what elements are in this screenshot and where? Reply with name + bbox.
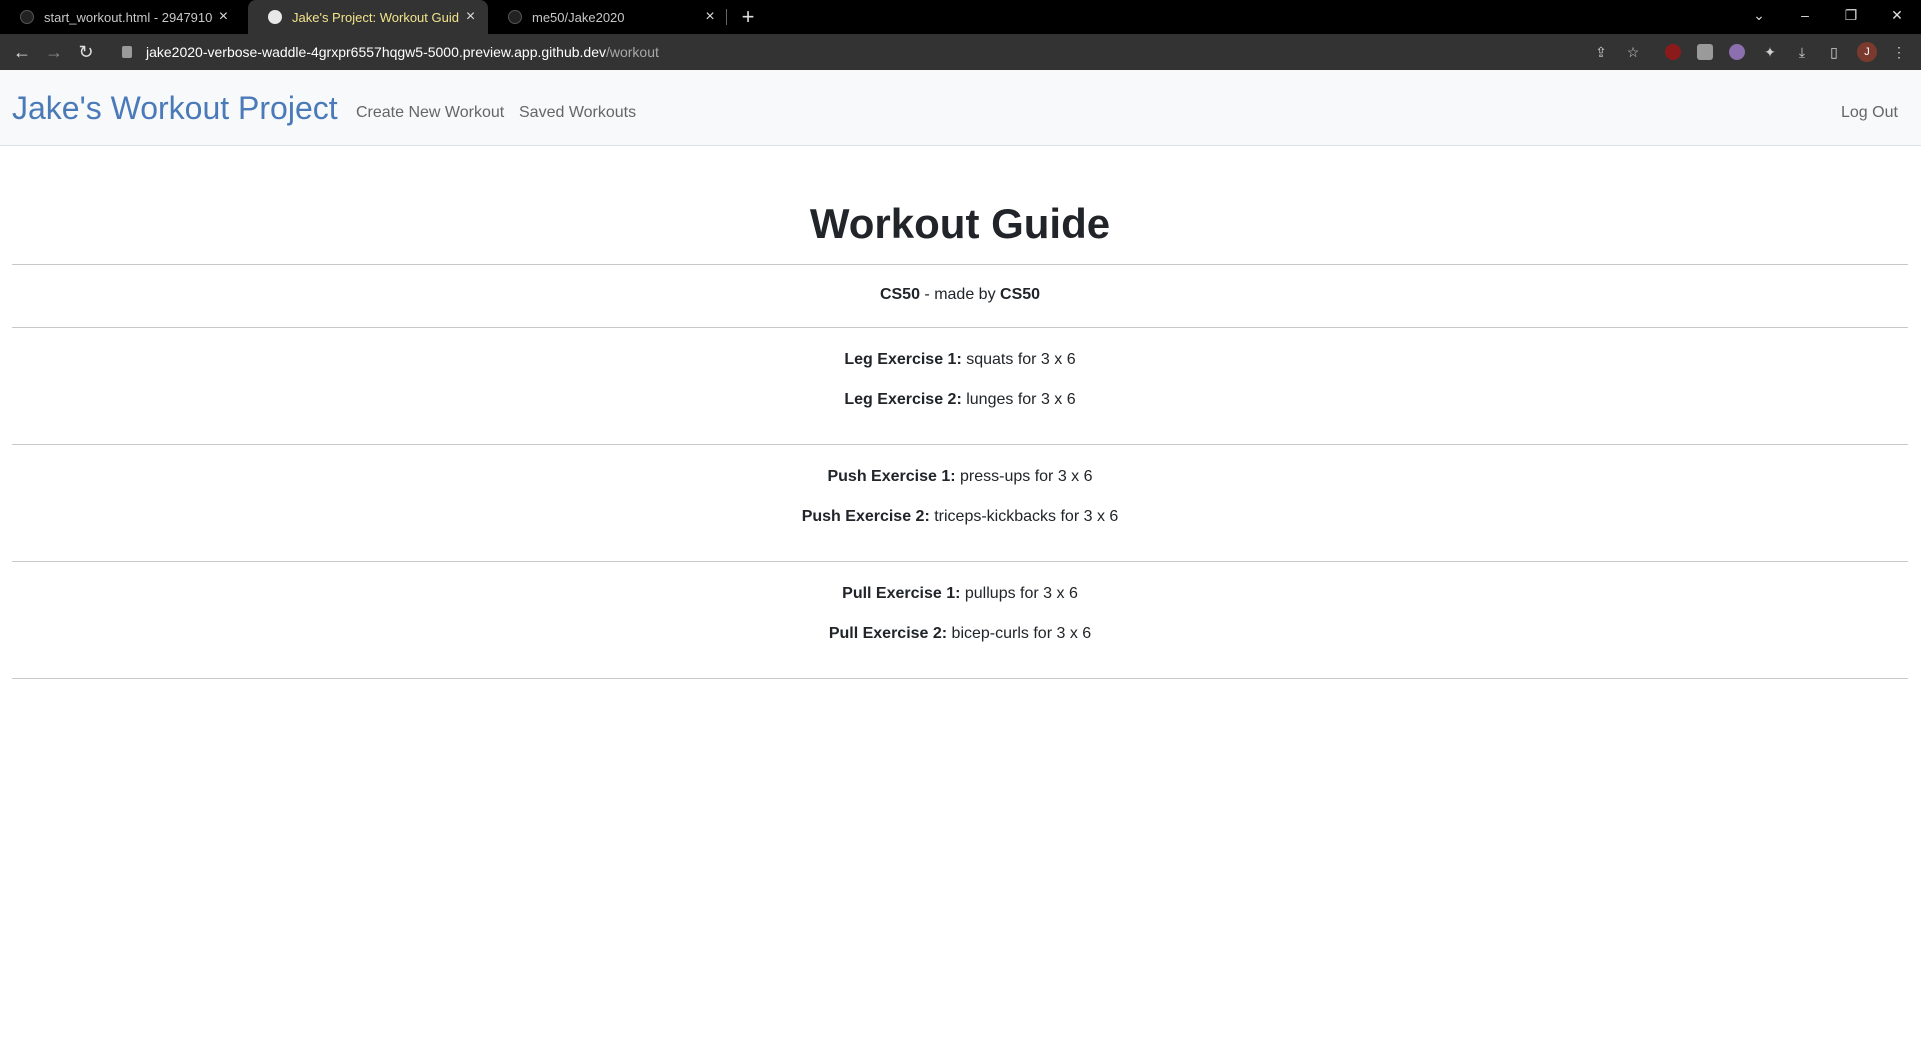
tab-title: Jake's Project: Workout Guide xyxy=(292,9,459,25)
side-panel-icon[interactable]: ▯ xyxy=(1821,38,1847,66)
minimize-icon[interactable]: – xyxy=(1782,0,1828,30)
site-navbar: Jake's Workout Project Create New Workou… xyxy=(0,70,1921,146)
url-path: /workout xyxy=(605,44,659,60)
restore-icon[interactable]: ❐ xyxy=(1828,0,1874,30)
push-exercises-section: Push Exercise 1: press-ups for 3 x 6 Pus… xyxy=(12,445,1908,561)
exercise-item: Push Exercise 2: triceps-kickbacks for 3… xyxy=(12,507,1908,527)
workout-guide-content: Workout Guide CS50 - made by CS50 Leg Ex… xyxy=(12,146,1908,679)
url-host: jake2020-verbose-waddle-4grxpr6557hqgw5-… xyxy=(146,44,606,60)
exercise-item: Leg Exercise 2: lunges for 3 x 6 xyxy=(12,390,1908,410)
close-icon[interactable]: × xyxy=(213,8,234,26)
tab-search-chevron-icon[interactable]: ⌄ xyxy=(1736,0,1782,30)
new-tab-plus-icon[interactable]: + xyxy=(736,0,760,34)
tab-title: me50/Jake2020 xyxy=(532,9,625,25)
exercise-item: Pull Exercise 1: pullups for 3 x 6 xyxy=(12,584,1908,604)
made-by-text: - made by xyxy=(919,286,1001,303)
exercise-label: Pull Exercise 2: xyxy=(828,625,948,642)
extension-icon[interactable] xyxy=(1697,44,1713,60)
exercise-detail: press-ups for 3 x 6 xyxy=(955,468,1093,485)
browser-tab-workout-guide[interactable]: Jake's Project: Workout Guide × xyxy=(248,0,488,34)
workout-name: CS50 xyxy=(879,286,920,303)
workout-author: CS50 xyxy=(1000,286,1041,303)
close-icon[interactable]: × xyxy=(698,8,722,26)
window-close-icon[interactable]: ✕ xyxy=(1874,0,1920,30)
puzzle-extensions-icon[interactable]: ✦ xyxy=(1757,38,1783,66)
back-arrow-icon[interactable]: ← xyxy=(8,34,36,70)
workout-meta-line: CS50 - made by CS50 xyxy=(12,285,1908,305)
globe-icon xyxy=(268,10,282,24)
nav-link-log-out[interactable]: Log Out xyxy=(1841,104,1898,122)
workout-meta: CS50 - made by CS50 xyxy=(12,265,1908,327)
exercise-detail: triceps-kickbacks for 3 x 6 xyxy=(929,508,1119,525)
exercise-label: Push Exercise 1: xyxy=(827,468,956,485)
kebab-menu-icon[interactable]: ⋮ xyxy=(1886,38,1912,66)
browser-toolbar: ← → ↻ jake2020-verbose-waddle-4grxpr6557… xyxy=(0,34,1921,70)
github-icon xyxy=(508,10,522,24)
exercise-label: Push Exercise 2: xyxy=(801,508,930,525)
download-icon[interactable]: ⤓ xyxy=(1789,38,1815,66)
browser-tab-strip: start_workout.html - 29479100 [C × Jake'… xyxy=(0,0,1921,34)
forward-arrow-icon[interactable]: → xyxy=(40,34,68,70)
browser-tab-start-workout[interactable]: start_workout.html - 29479100 [C × xyxy=(0,0,240,34)
lock-icon xyxy=(122,46,132,58)
exercise-detail: bicep-curls for 3 x 6 xyxy=(947,625,1092,642)
reload-icon[interactable]: ↻ xyxy=(72,34,100,70)
exercise-label: Leg Exercise 2: xyxy=(844,391,962,408)
page-title: Workout Guide xyxy=(809,200,1111,247)
pull-exercises-section: Pull Exercise 1: pullups for 3 x 6 Pull … xyxy=(12,562,1908,678)
tab-title: start_workout.html - 29479100 [C xyxy=(44,9,213,25)
nav-link-saved-workouts[interactable]: Saved Workouts xyxy=(519,104,636,122)
exercise-item: Leg Exercise 1: squats for 3 x 6 xyxy=(12,350,1908,370)
extension-icon[interactable] xyxy=(1729,44,1745,60)
ublock-extension-icon[interactable] xyxy=(1665,44,1681,60)
page-viewport: Jake's Workout Project Create New Workou… xyxy=(0,70,1921,1040)
bookmark-star-icon[interactable]: ☆ xyxy=(1620,38,1646,66)
exercise-label: Pull Exercise 1: xyxy=(842,585,961,602)
leg-exercises-section: Leg Exercise 1: squats for 3 x 6 Leg Exe… xyxy=(12,328,1908,444)
tab-separator xyxy=(726,9,727,25)
divider xyxy=(12,678,1908,679)
navbar-brand[interactable]: Jake's Workout Project xyxy=(12,90,338,127)
exercise-detail: pullups for 3 x 6 xyxy=(960,585,1078,602)
exercise-detail: squats for 3 x 6 xyxy=(961,351,1076,368)
nav-link-create-new-workout[interactable]: Create New Workout xyxy=(356,104,504,122)
exercise-item: Push Exercise 1: press-ups for 3 x 6 xyxy=(12,467,1908,487)
browser-tab-me50[interactable]: me50/Jake2020 × xyxy=(488,0,728,34)
close-icon[interactable]: × xyxy=(459,8,482,26)
exercise-label: Leg Exercise 1: xyxy=(844,351,962,368)
exercise-detail: lunges for 3 x 6 xyxy=(961,391,1076,408)
github-icon xyxy=(20,10,34,24)
share-icon[interactable]: ⇪ xyxy=(1588,38,1614,66)
exercise-item: Pull Exercise 2: bicep-curls for 3 x 6 xyxy=(12,624,1908,644)
avatar[interactable]: J xyxy=(1857,42,1877,62)
address-bar[interactable]: jake2020-verbose-waddle-4grxpr6557hqgw5-… xyxy=(110,38,1650,66)
